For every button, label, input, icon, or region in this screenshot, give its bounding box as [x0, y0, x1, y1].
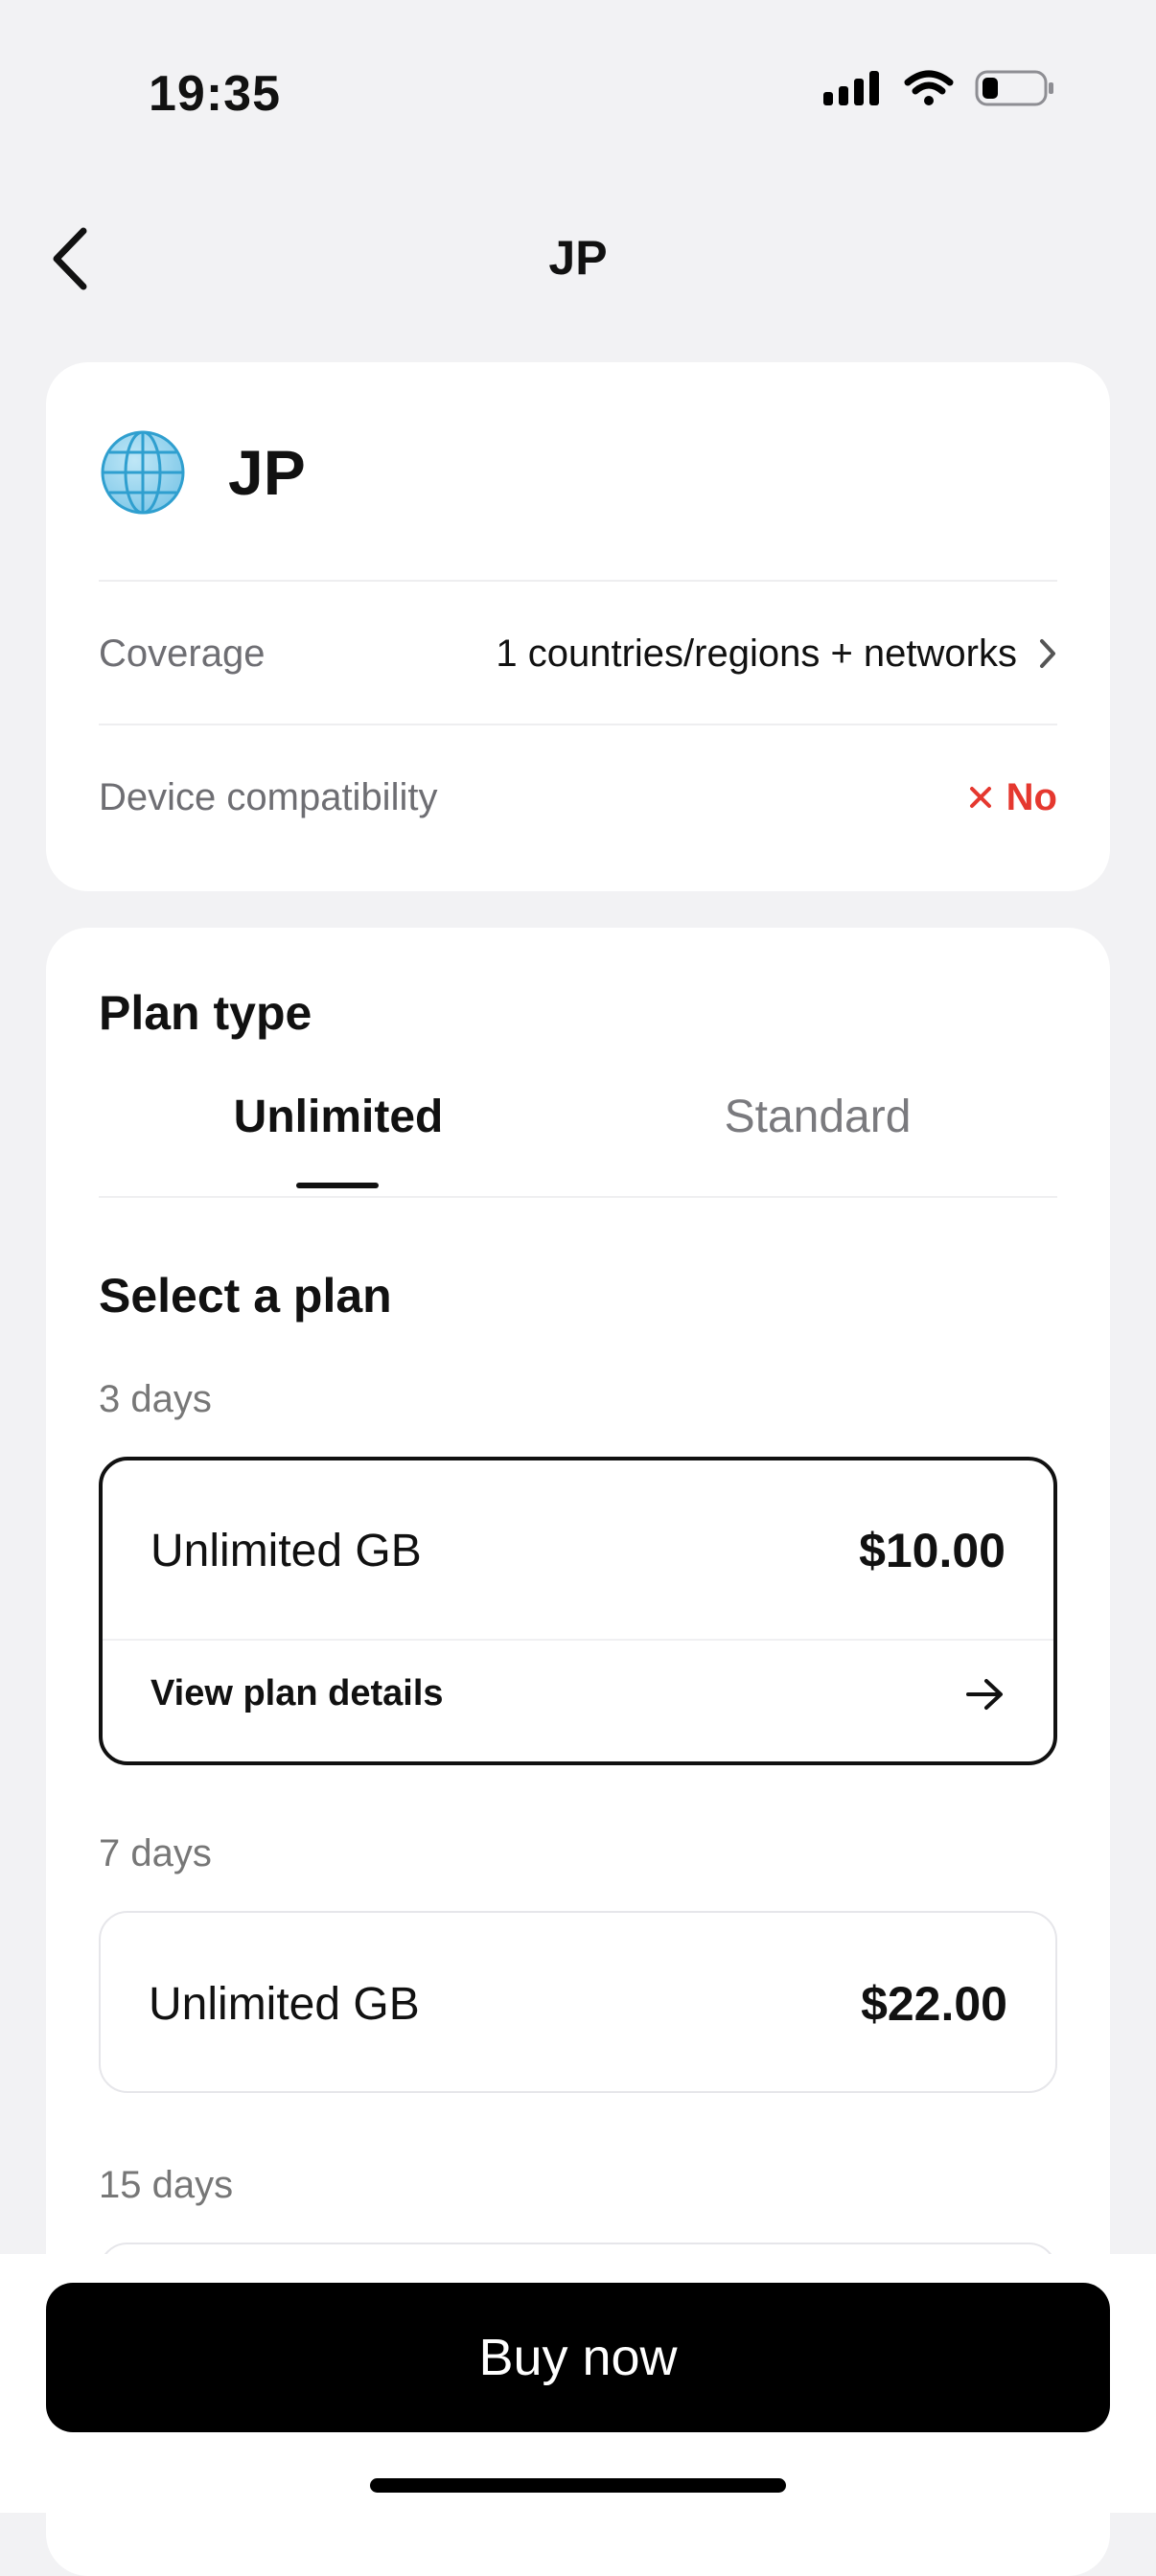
wifi-icon: [904, 70, 954, 105]
coverage-value-group: 1 countries/regions + networks: [496, 632, 1057, 676]
view-plan-details-label: View plan details: [150, 1673, 444, 1714]
close-icon: [969, 787, 991, 808]
plan-option-7-days[interactable]: Unlimited GB $22.00: [99, 1911, 1057, 2093]
duration-label: 7 days: [99, 1832, 212, 1874]
globe-icon: [101, 430, 185, 515]
select-plan-title: Select a plan: [99, 1269, 392, 1322]
plan-name: Unlimited GB: [149, 1978, 420, 2030]
plan-option-3-days[interactable]: Unlimited GB $10.00 View plan details: [99, 1457, 1057, 1765]
plan-type-tabs: Unlimited Standard: [99, 1091, 1057, 1194]
chevron-right-icon: [1040, 639, 1055, 668]
compat-value-group: No: [968, 776, 1057, 819]
page-title: JP: [548, 231, 608, 285]
status-icons: [823, 69, 1055, 107]
duration-label: 15 days: [99, 2164, 234, 2206]
compat-value: No: [1006, 775, 1057, 818]
plan-main-row: Unlimited GB $10.00: [150, 1523, 1006, 1578]
plan-name: Unlimited GB: [150, 1525, 422, 1576]
bottom-bar: Buy now: [0, 2254, 1156, 2513]
product-header: JP: [100, 429, 306, 516]
coverage-value: 1 countries/regions + networks: [496, 632, 1017, 675]
duration-label: 3 days: [99, 1378, 212, 1420]
buy-now-button[interactable]: Buy now: [46, 2283, 1110, 2432]
coverage-label: Coverage: [99, 632, 266, 675]
product-name: JP: [228, 437, 306, 508]
coverage-row[interactable]: Coverage 1 countries/regions + networks: [99, 582, 1057, 725]
plan-price: $22.00: [861, 1977, 1007, 2031]
tabs-divider: [99, 1196, 1057, 1198]
compat-label: Device compatibility: [99, 775, 438, 818]
signal-icon: [823, 71, 879, 105]
product-card: JP Coverage 1 countries/regions + networ…: [46, 362, 1110, 891]
battery-icon: [975, 70, 1053, 106]
status-bar: 19:35: [0, 0, 1156, 144]
plan-price: $10.00: [859, 1524, 1006, 1577]
device-compatibility-row: Device compatibility No: [99, 725, 1057, 869]
plan-divider: [103, 1639, 1053, 1641]
plan-main-row: Unlimited GB $22.00: [149, 1976, 1007, 2032]
plan-type-title: Plan type: [99, 986, 312, 1040]
nav-bar: JP: [0, 192, 1156, 326]
home-indicator: [370, 2478, 786, 2493]
tab-unlimited[interactable]: Unlimited: [99, 1091, 578, 1143]
view-plan-details-link[interactable]: View plan details: [150, 1673, 1006, 1714]
active-tab-indicator: [296, 1183, 379, 1188]
status-time: 19:35: [149, 66, 281, 122]
arrow-right-icon: [966, 1678, 1003, 1710]
tab-standard[interactable]: Standard: [578, 1091, 1057, 1143]
